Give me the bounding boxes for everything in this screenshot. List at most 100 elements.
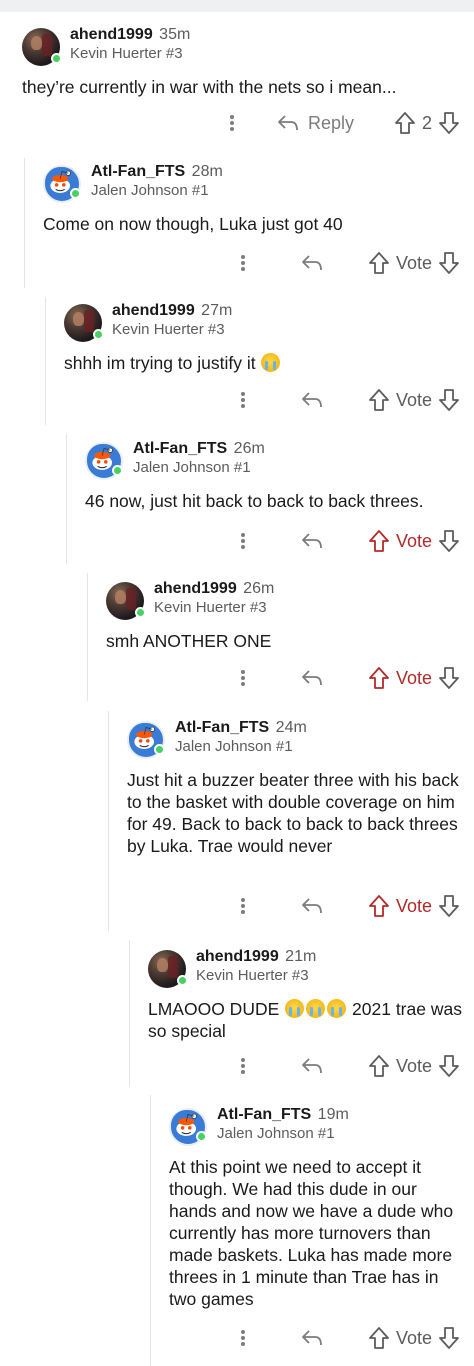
comment-text: Just hit a buzzer beater three with his …	[127, 770, 459, 856]
comment-body: Come on now though, Luka just got 40	[43, 213, 463, 235]
comment-body: they’re currently in war with the nets s…	[22, 76, 462, 98]
comment-actions: Vote	[231, 248, 460, 278]
more-options-icon[interactable]	[231, 531, 255, 551]
downvote-button[interactable]	[438, 388, 460, 412]
upvote-button[interactable]	[368, 388, 390, 412]
more-options-icon[interactable]	[231, 390, 255, 410]
username[interactable]: Atl-Fan_FTS	[91, 163, 185, 180]
comment-text: At this point we need to accept it thoug…	[169, 1157, 454, 1309]
vote-score: Vote	[395, 667, 432, 688]
more-options-icon[interactable]	[231, 1056, 255, 1076]
username[interactable]: ahend1999	[112, 302, 195, 319]
avatar[interactable]	[64, 304, 104, 342]
username[interactable]: Atl-Fan_FTS	[217, 1106, 311, 1123]
downvote-button[interactable]	[438, 1054, 460, 1078]
reply-button[interactable]	[300, 1327, 324, 1349]
username[interactable]: Atl-Fan_FTS	[175, 719, 269, 736]
comment: ahend1999 27m Kevin Huerter #3 shhh im try…	[64, 302, 463, 374]
comment-text: smh ANOTHER ONE	[106, 631, 272, 651]
vote-score: Vote	[395, 252, 432, 273]
more-options-icon[interactable]	[220, 113, 244, 133]
reply-arrow-icon	[300, 252, 324, 274]
downvote-button[interactable]	[438, 1326, 460, 1350]
comment-meta: Atl-Fan_FTS 19m Jalen Johnson #1	[217, 1106, 349, 1143]
more-options-icon[interactable]	[231, 1328, 255, 1348]
comment-text: shhh im trying to justify it	[64, 353, 256, 373]
comment-body: LMAOOO DUDE 2021 trae was so special	[148, 998, 463, 1042]
upvote-button[interactable]	[368, 894, 390, 918]
comment-meta: Atl-Fan_FTS 24m Jalen Johnson #1	[175, 719, 307, 756]
user-flair: Jalen Johnson #1	[217, 1125, 335, 1143]
more-options-icon[interactable]	[231, 896, 255, 916]
avatar[interactable]	[43, 165, 81, 203]
comment-meta: ahend1999 21m Kevin Huerter #3	[196, 948, 316, 985]
timestamp: 27m	[201, 302, 233, 319]
comment: Atl-Fan_FTS 28m Jalen Johnson #1 Come on n…	[43, 163, 463, 235]
username[interactable]: ahend1999	[196, 948, 279, 965]
comment: ahend1999 26m Kevin Huerter #3 smh ANOTHER…	[106, 580, 463, 652]
reply-button[interactable]	[300, 252, 324, 274]
user-flair: Kevin Huerter #3	[112, 321, 225, 339]
comment-header: Atl-Fan_FTS 19m Jalen Johnson #1	[169, 1106, 463, 1150]
thread-line	[66, 434, 67, 564]
reply-arrow-icon	[300, 1055, 324, 1077]
thread-line	[129, 940, 130, 1086]
comment-actions: Vote	[231, 526, 460, 556]
avatar[interactable]	[22, 28, 62, 66]
comment-body: 46 now, just hit back to back to back th…	[85, 490, 463, 512]
more-options-icon[interactable]	[231, 253, 255, 273]
vote-score: Vote	[395, 895, 432, 916]
avatar[interactable]	[148, 950, 188, 988]
crying-emoji-icon	[327, 999, 347, 1018]
downvote-button[interactable]	[438, 111, 460, 135]
upvote-button[interactable]	[394, 111, 416, 135]
comment-header: Atl-Fan_FTS 24m Jalen Johnson #1	[127, 719, 463, 763]
upvote-button[interactable]	[368, 666, 390, 690]
upvote-button[interactable]	[368, 529, 390, 553]
thread-line	[87, 573, 88, 701]
more-options-icon[interactable]	[231, 668, 255, 688]
comment: Atl-Fan_FTS 19m Jalen Johnson #1 At this p…	[169, 1106, 463, 1310]
reply-arrow-icon	[300, 1327, 324, 1349]
online-status-icon	[112, 465, 123, 476]
username[interactable]: ahend1999	[154, 580, 237, 597]
comment-header: ahend1999 35m Kevin Huerter #3	[22, 26, 462, 70]
avatar[interactable]	[85, 442, 123, 480]
thread-line	[150, 1095, 151, 1366]
reply-button[interactable]	[300, 667, 324, 689]
comment-header: ahend1999 26m Kevin Huerter #3	[106, 580, 463, 624]
reply-arrow-icon	[276, 112, 300, 134]
timestamp: 21m	[285, 948, 317, 965]
upvote-button[interactable]	[368, 1054, 390, 1078]
avatar[interactable]	[169, 1108, 207, 1146]
user-flair: Kevin Huerter #3	[196, 967, 309, 985]
online-status-icon	[135, 607, 146, 618]
comment-header: ahend1999 27m Kevin Huerter #3	[64, 302, 463, 346]
vote-score: 2	[421, 112, 432, 133]
downvote-button[interactable]	[438, 894, 460, 918]
reply-button[interactable]	[300, 1055, 324, 1077]
avatar[interactable]	[127, 721, 165, 759]
comment-header: Atl-Fan_FTS 28m Jalen Johnson #1	[43, 163, 463, 207]
upvote-button[interactable]	[368, 251, 390, 275]
reply-button[interactable]: Reply	[276, 112, 354, 134]
reply-button[interactable]	[300, 530, 324, 552]
upvote-button[interactable]	[368, 1326, 390, 1350]
timestamp: 26m	[243, 580, 275, 597]
avatar[interactable]	[106, 582, 146, 620]
vote-score: Vote	[395, 530, 432, 551]
reply-label: Reply	[307, 112, 354, 133]
comment-meta: ahend1999 35m Kevin Huerter #3	[70, 26, 190, 63]
reply-button[interactable]	[300, 389, 324, 411]
vote-score: Vote	[395, 1055, 432, 1076]
downvote-button[interactable]	[438, 529, 460, 553]
username[interactable]: Atl-Fan_FTS	[133, 440, 227, 457]
comment: ahend1999 35m Kevin Huerter #3 they’re cur…	[22, 26, 462, 98]
downvote-button[interactable]	[438, 251, 460, 275]
online-status-icon	[70, 188, 81, 199]
username[interactable]: ahend1999	[70, 26, 153, 43]
reply-button[interactable]	[300, 895, 324, 917]
downvote-button[interactable]	[438, 666, 460, 690]
comment-meta: ahend1999 27m Kevin Huerter #3	[112, 302, 232, 339]
user-flair: Jalen Johnson #1	[91, 182, 209, 200]
